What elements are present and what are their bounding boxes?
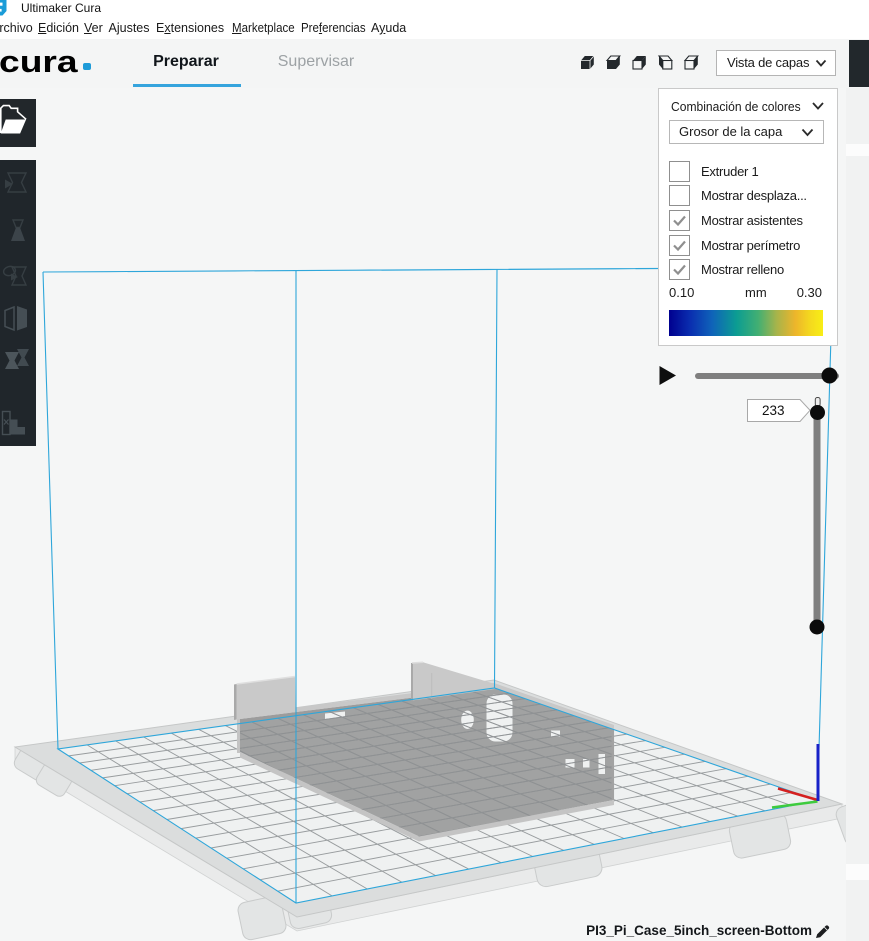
svg-text:233: 233 [762,403,785,418]
